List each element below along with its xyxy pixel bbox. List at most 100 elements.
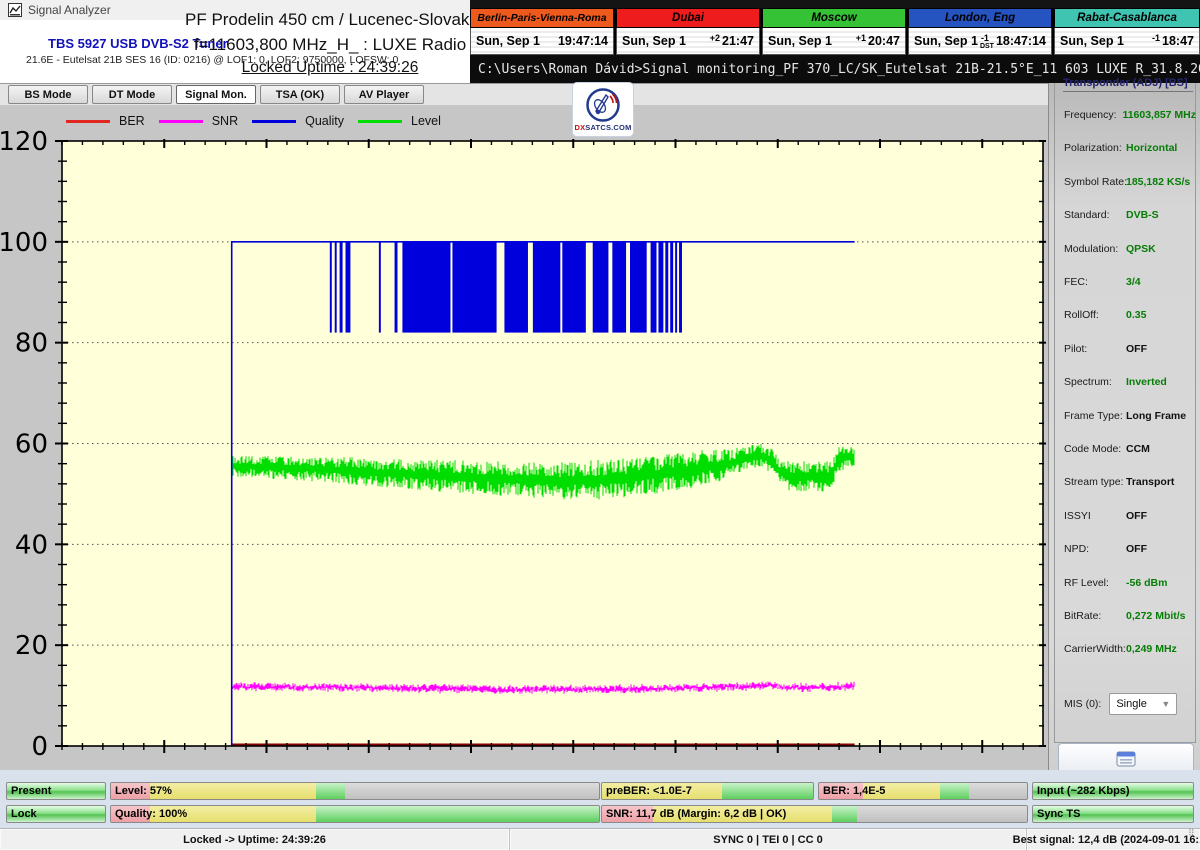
dst-flag: DST [980, 43, 994, 50]
panel-row-frequency-: Frequency:11603,857 MHz [1064, 109, 1196, 121]
clock-date: Sun, Sep 1 [622, 34, 686, 48]
panel-row-label: Modulation: [1064, 243, 1126, 255]
panel-row-value: 0,249 MHz [1126, 643, 1177, 655]
logo-text: DXSATCS.COM [574, 123, 631, 132]
bar-label: Sync TS [1037, 808, 1080, 820]
clock-time-value: +221:47 [710, 34, 754, 48]
bar-label: Quality: 100% [115, 808, 187, 820]
panel-row-label: Pilot: [1064, 343, 1126, 355]
bar-segment-green [940, 783, 969, 799]
clock-time-row: Sun, Sep 1-1DST18:47:14 [908, 28, 1052, 55]
clock-time-row: Sun, Sep 1-118:47 [1054, 28, 1200, 55]
locked-uptime-title: Locked Uptime : 24:39:26 [185, 59, 475, 77]
legend-label: Level [411, 114, 441, 128]
clock-rabat-casablanca: Rabat-CasablancaSun, Sep 1-118:47 [1054, 8, 1200, 55]
bar-segment-yellow [150, 783, 316, 799]
app-icon [8, 3, 22, 17]
legend-swatch [66, 120, 110, 123]
clock-dubai: DubaiSun, Sep 1+221:47 [616, 8, 762, 55]
panel-row-value: 0,272 Mbit/s [1126, 610, 1186, 622]
tab-dt-mode[interactable]: DT Mode [92, 85, 172, 104]
clock-berlin-paris-vienna-roma: Berlin-Paris-Vienna-Roma Sun, Sep 1 19:47:… [470, 8, 616, 55]
panel-row-label: RF Level: [1064, 577, 1126, 589]
panel-row-label: NPD: [1064, 543, 1126, 555]
panel-row-spectrum-: Spectrum:Inverted [1064, 376, 1196, 388]
chevron-down-icon: ▼ [1161, 699, 1170, 709]
transponder-panel-frame: Transponder (ADJ) [BS] Frequency:11603,8… [1054, 83, 1196, 743]
bar-label: SNR: 11,7 dB (Margin: 6,2 dB | OK) [606, 808, 786, 820]
statusbar-sync-counters: SYNC 0 | TEI 0 | CC 0 [510, 829, 1027, 850]
signal-history-chart: 020406080100120 [0, 105, 1048, 770]
indicator-bar-syncts: Sync TS [1032, 805, 1194, 823]
clock-time-row: Sun, Sep 1+120:47 [762, 28, 906, 55]
mis-dropdown[interactable]: Single ▼ [1109, 693, 1177, 715]
header-center: PF Prodelin 450 cm / Lucenec-Slovakia f=… [185, 10, 475, 77]
panel-row-label: Spectrum: [1064, 376, 1126, 388]
panel-row-standard-: Standard:DVB-S [1064, 209, 1196, 221]
panel-row-rolloff-: RollOff:0.35 [1064, 309, 1196, 321]
bottom-statusbar: Locked -> Uptime: 24:39:26 SYNC 0 | TEI … [0, 828, 1200, 850]
svg-text:60: 60 [15, 430, 48, 460]
tab-bs-mode[interactable]: BS Mode [8, 85, 88, 104]
clock-time-value: 19:47:14 [558, 34, 608, 48]
panel-row-carrierwidth-: CarrierWidth:0,249 MHz [1064, 643, 1196, 655]
indicator-bar-ber: BER: 1,4E-5 [818, 782, 1028, 800]
clock-date: Sun, Sep 1 [476, 34, 540, 48]
mis-row: MIS (0): Single ▼ [1064, 693, 1200, 715]
window-title: Signal Analyzer [28, 3, 111, 17]
clock-time-row: Sun, Sep 1 19:47:14 [470, 28, 614, 55]
clock-city-label: Moscow [762, 8, 906, 28]
panel-row-polarization-: Polarization:Horizontal [1064, 142, 1196, 154]
tab-signal-mon-[interactable]: Signal Mon. [176, 85, 256, 104]
panel-row-issyi: ISSYIOFF [1064, 510, 1196, 522]
legend-swatch [159, 120, 203, 123]
panel-row-modulation-: Modulation:QPSK [1064, 243, 1196, 255]
panel-row-value: DVB-S [1126, 209, 1159, 221]
legend-label: SNR [212, 114, 238, 128]
antenna-location-title: PF Prodelin 450 cm / Lucenec-Slovakia [185, 10, 475, 30]
panel-row-label: ISSYI [1064, 510, 1126, 522]
utc-offset: -1 [981, 33, 989, 43]
indicator-bar-preber: preBER: <1.0E-7 [601, 782, 814, 800]
bar-label: Present [11, 785, 51, 797]
panel-row-bitrate-: BitRate:0,272 Mbit/s [1064, 610, 1196, 622]
svg-text:0: 0 [31, 732, 48, 762]
panel-row-value: Inverted [1126, 376, 1167, 388]
clock-city-label: London, Eng [908, 8, 1052, 28]
panel-row-rf-level-: RF Level:-56 dBm [1064, 577, 1196, 589]
tab-tsa-ok-[interactable]: TSA (OK) [260, 85, 340, 104]
resize-grip[interactable]: ⠿ [1188, 831, 1198, 847]
svg-text:20: 20 [15, 631, 48, 661]
panel-row-value: 11603,857 MHz [1122, 109, 1196, 121]
svg-text:40: 40 [15, 530, 48, 560]
legend-item-level: Level [358, 114, 441, 128]
bar-segments [111, 783, 599, 799]
panel-row-frame-type-: Frame Type:Long Frame [1064, 410, 1196, 422]
bar-segment-green [316, 783, 345, 799]
panel-row-value: -56 dBm [1126, 577, 1167, 589]
utc-offset: +1 [856, 33, 866, 43]
panel-row-value: Long Frame [1126, 410, 1186, 422]
bar-label: Input (~282 Kbps) [1037, 785, 1130, 797]
satellite-dish-icon [586, 88, 620, 122]
legend-item-snr: SNR [159, 114, 238, 128]
statusbar-best-signal: Best signal: 12,4 dB (2024-09-01 16:11) [1027, 829, 1200, 850]
panel-row-label: Code Mode: [1064, 443, 1126, 455]
chart-legend: BER SNR Quality Level [66, 114, 441, 128]
legend-label: Quality [305, 114, 344, 128]
signal-chart-region: BERSNRQualityLevel 020406080100120 [0, 105, 1048, 770]
panel-row-label: BitRate: [1064, 610, 1126, 622]
panel-row-label: Standard: [1064, 209, 1126, 221]
frequency-title: f=11603,800 MHz_H_ : LUXE Radio [185, 35, 475, 55]
legend-label: BER [119, 114, 145, 128]
clock-moscow: MoscowSun, Sep 1+120:47 [762, 8, 908, 55]
panel-row-label: Stream type: [1064, 476, 1126, 488]
indicator-bar-snr: SNR: 11,7 dB (Margin: 6,2 dB | OK) [601, 805, 1028, 823]
statusbar-lock-uptime: Locked -> Uptime: 24:39:26 [0, 829, 510, 850]
panel-row-symbol-rate-: Symbol Rate:185,182 KS/s [1064, 176, 1196, 188]
panel-row-stream-type-: Stream type:Transport [1064, 476, 1196, 488]
indicator-bar-lock: Lock [6, 805, 106, 823]
tab-av-player[interactable]: AV Player [344, 85, 424, 104]
header-area: TBS 5927 USB DVB-S2 Tuner 21.6E - Eutels… [0, 20, 470, 83]
clock-city-label: Berlin-Paris-Vienna-Roma [470, 8, 614, 28]
